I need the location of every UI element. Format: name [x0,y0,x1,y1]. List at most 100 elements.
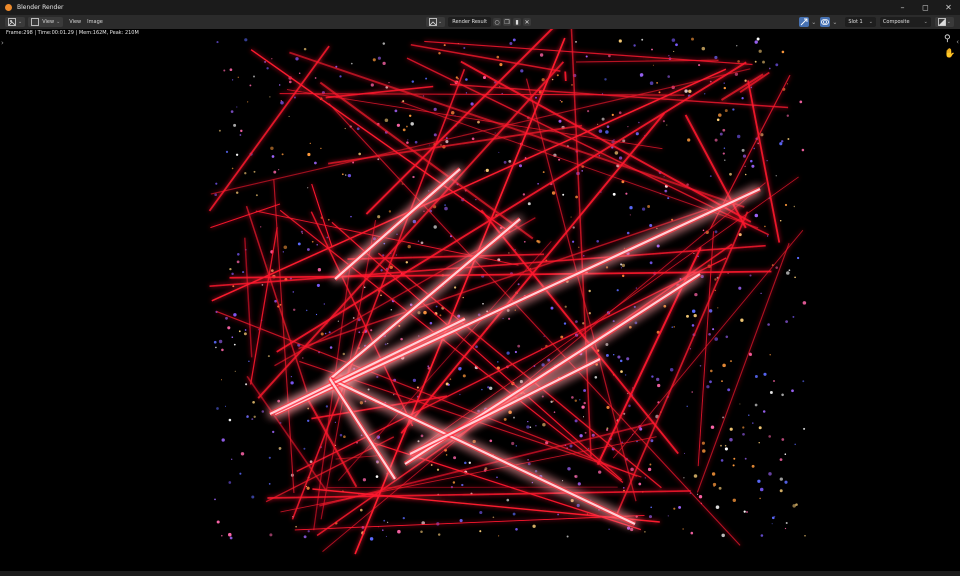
particle-dot [667,75,670,78]
particle-dot [566,535,569,538]
pan-hand-icon[interactable]: ✋ [944,49,955,59]
maximize-icon[interactable]: ◻ [914,0,937,15]
particle-dot [771,516,775,520]
particle-dot [303,47,307,51]
particle-dot [444,204,447,207]
particle-dot [605,353,609,357]
particle-dot [523,240,526,243]
particle-dot [784,453,787,455]
menu-view[interactable]: View [66,17,84,27]
particle-dot [656,227,658,230]
particle-dot [582,322,585,325]
browse-image-button[interactable]: ⌄ [426,17,446,27]
particle-dot [277,399,281,403]
particle-dot [635,287,637,289]
particle-dot [583,255,585,257]
particle-dot [387,342,389,345]
particle-dot [514,309,517,311]
particle-dot [526,425,530,429]
sidebar-expand-icon[interactable]: ‹ [956,38,959,46]
particle-dot [664,189,668,193]
particle-dot [268,456,271,459]
particle-dot [553,411,556,413]
overlay-toggle[interactable] [820,17,831,27]
particle-dot [428,144,430,146]
particle-dot [791,389,794,393]
particle-dot [388,81,390,84]
particle-dot [231,336,234,339]
blender-logo-icon [5,4,12,11]
slot-dropdown[interactable]: Slot 1 ⌄ [845,17,876,27]
particle-dot [742,154,747,158]
menu-image[interactable]: Image [84,17,106,27]
pin-icon[interactable]: ○ [493,18,502,26]
folder-icon[interactable]: ▮ [513,18,522,26]
laser-beam [372,442,642,531]
particle-dot [785,521,788,525]
laser-beam [267,490,691,499]
particle-dot [729,360,733,363]
particle-dot [754,375,758,378]
particle-dot [445,454,448,456]
particle-dot [519,380,523,384]
laser-beam [208,45,330,212]
particle-dot [667,197,670,200]
render-viewport[interactable]: Frame:298 | Time:00:01.29 | Mem:162M, Pe… [0,29,960,571]
particle-dot [481,388,483,391]
particle-dot [240,452,245,456]
particle-dot [673,50,675,52]
particle-dot [402,128,406,132]
particle-dot [693,474,698,478]
particle-dot [364,400,367,403]
display-channels-dropdown[interactable]: ⌄ [934,17,954,27]
particle-dot [795,503,798,506]
particle-dot [459,519,463,523]
particle-dot [433,225,437,229]
particle-dot [625,192,628,195]
window-close-icon[interactable]: ✕ [937,0,960,15]
particle-dot [722,416,725,419]
particle-dot [709,380,712,384]
image-editor-icon [429,18,437,26]
minimize-icon[interactable]: – [891,0,914,15]
particle-dot [697,493,699,495]
particle-dot [698,64,701,67]
toolbar-expand-icon[interactable]: › [1,39,4,47]
particle-dot [253,415,256,418]
view-icon [31,18,40,26]
particle-dot [787,138,790,140]
particle-dot [352,317,355,319]
particle-dot [732,464,735,467]
particle-dot [435,305,438,308]
particle-dot [714,337,718,341]
particle-dot [425,77,428,80]
gizmo-toggle[interactable] [799,17,810,27]
particle-dot [295,525,297,528]
zoom-icon[interactable]: ⚲ [944,34,954,44]
view-mode-label: View [42,19,55,25]
particle-dot [394,109,398,113]
particle-dot [344,127,346,130]
particle-dot [303,535,307,539]
particle-dot [741,97,744,100]
particle-dot [306,486,310,490]
particle-dot [485,168,489,172]
particle-dot [314,77,317,79]
copy-icon[interactable]: ❐ [503,18,512,26]
render-pass-dropdown[interactable]: Composite ⌄ [879,17,931,27]
particle-dot [384,343,387,346]
particle-dot [550,306,554,310]
particle-dot [598,470,602,474]
window-title: Blender Render [17,4,64,11]
particle-dot [779,458,783,461]
particle-dot [477,313,481,317]
particle-dot [350,215,352,218]
particle-dot [383,519,386,522]
particle-dot [269,533,273,537]
particle-dot [649,463,652,466]
close-icon[interactable]: ✕ [523,18,532,26]
particle-dot [449,378,452,380]
editor-type-button[interactable]: ⌄ [5,17,26,27]
image-name-field[interactable]: Render Result [448,17,492,27]
view-mode-dropdown[interactable]: View ⌄ [28,17,64,27]
